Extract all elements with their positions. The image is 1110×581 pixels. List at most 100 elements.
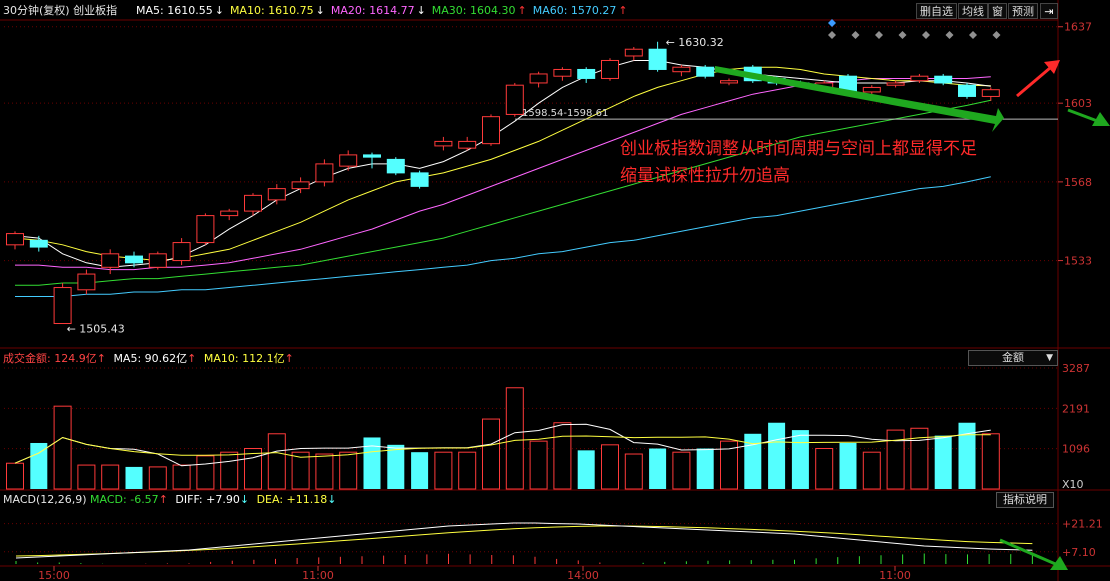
macd-header: MACD(12,26,9) MACD: -6.57↑ DIFF: +7.90↓ … bbox=[3, 493, 336, 506]
candle-body-up bbox=[77, 273, 96, 291]
exit-arrow-icon[interactable]: ⇥ bbox=[1040, 3, 1058, 19]
chart-title: 30分钟(复权) 创业板指 bbox=[3, 4, 118, 17]
volume-ma10-arrow: ↑ bbox=[284, 352, 294, 365]
low-price-label: ← 1505.43 bbox=[67, 323, 125, 336]
volume-bar-up bbox=[505, 387, 524, 490]
volume-tick-label: 2191 bbox=[1062, 402, 1090, 415]
candle-body-down bbox=[648, 48, 667, 70]
annotation-line-2: 缩量试探性拉升勿追高 bbox=[620, 166, 790, 186]
volume-arrow: ↑ bbox=[96, 352, 106, 365]
candle-body-up bbox=[862, 86, 881, 93]
time-tick-label: 15:00 bbox=[38, 569, 70, 581]
event-diamond-marker bbox=[828, 31, 836, 39]
candle-body-down bbox=[934, 75, 953, 84]
dea-arrow: ↓ bbox=[327, 493, 337, 506]
time-tick-label: 11:00 bbox=[302, 569, 334, 581]
candle-body-up bbox=[267, 188, 286, 201]
volume-bar-up bbox=[553, 422, 572, 490]
volume-bar-up bbox=[244, 448, 262, 490]
macd-tick-label: +21.21 bbox=[1062, 518, 1103, 531]
candle-body-up bbox=[981, 89, 1000, 97]
ma-indicator-arrow-3: ↑ bbox=[517, 4, 527, 17]
diff-value: DIFF: +7.90 bbox=[175, 493, 240, 506]
volume-value: 124.9亿 bbox=[54, 352, 97, 365]
volume-bar-up bbox=[458, 451, 477, 490]
volume-bar-up bbox=[886, 429, 905, 490]
volume-type-value: 金额 bbox=[1002, 351, 1024, 364]
ma-indicator-arrow-2: ↓ bbox=[416, 4, 426, 17]
volume-tick-label: 1096 bbox=[1062, 443, 1090, 456]
volume-bar-up bbox=[624, 453, 643, 490]
volume-tick-label: 3287 bbox=[1062, 362, 1090, 375]
candle-body-down bbox=[410, 172, 429, 187]
candle-body-down bbox=[958, 84, 976, 97]
ma-indicator-row: MA5: 1610.55 ↓ MA10: 1610.75 ↓ MA20: 1614.77… bbox=[136, 4, 634, 17]
volume-bar-up bbox=[220, 451, 239, 490]
red-up-arrow bbox=[1016, 66, 1051, 98]
candle-body-up bbox=[196, 215, 215, 244]
price-tick-label: 1533 bbox=[1064, 255, 1092, 268]
candle-body-up bbox=[910, 75, 929, 82]
price-tick-label: 1568 bbox=[1064, 176, 1092, 189]
candle-body-up bbox=[720, 80, 738, 84]
candle-body-down bbox=[125, 255, 143, 264]
ma-indicator-4: MA60: 1570.27 ↑ bbox=[532, 4, 628, 17]
volume-ma5: MA5: 90.62亿 bbox=[113, 352, 188, 365]
volume-bar-up bbox=[101, 464, 120, 490]
volume-type-select[interactable]: 金额 ▼ bbox=[968, 350, 1058, 366]
diff-arrow: ↓ bbox=[239, 493, 250, 506]
ma-settings-button[interactable]: 均线 bbox=[958, 3, 988, 19]
volume-bar-up bbox=[196, 455, 215, 490]
ma-indicator-2: MA20: 1614.77 ↓ bbox=[330, 4, 426, 17]
candle-body-up bbox=[458, 140, 477, 149]
forecast-button[interactable]: 预测 bbox=[1008, 3, 1038, 19]
volume-bar-down bbox=[125, 466, 143, 489]
volume-bar-up bbox=[315, 453, 334, 490]
ma-indicator-1: MA10: 1610.75 ↓ bbox=[229, 4, 325, 17]
candle-body-up bbox=[529, 73, 548, 84]
volume-label: 成交金额: bbox=[3, 352, 51, 365]
macd-title: MACD(12,26,9) bbox=[3, 493, 87, 506]
event-diamond-marker bbox=[898, 31, 907, 39]
chevron-down-icon: ▼ bbox=[1046, 353, 1053, 363]
remove-watchlist-button[interactable]: 删自选 bbox=[916, 3, 957, 19]
volume-ma10: MA10: 112.1亿 bbox=[203, 352, 285, 365]
volume-bar-down bbox=[839, 442, 857, 489]
candle-body-up bbox=[339, 154, 358, 167]
candle-body-up bbox=[172, 242, 191, 262]
volume-ma5-arrow: ↑ bbox=[187, 352, 197, 365]
candle-body-up bbox=[672, 66, 691, 73]
time-tick-label: 14:00 bbox=[567, 569, 599, 581]
volume-bar-down bbox=[696, 448, 714, 489]
candle-body-up bbox=[148, 253, 167, 268]
candle-body-up bbox=[244, 194, 262, 212]
window-button[interactable]: 窗 bbox=[988, 3, 1007, 19]
candle-body-down bbox=[696, 66, 715, 77]
volume-bar-down bbox=[411, 452, 429, 489]
indicator-help-button[interactable]: 指标说明 bbox=[996, 492, 1054, 508]
event-diamond-marker bbox=[992, 31, 1001, 39]
candle-body-down bbox=[577, 68, 596, 79]
candle-body-down bbox=[29, 239, 48, 248]
ma-indicator-0: MA5: 1610.55 ↓ bbox=[136, 4, 224, 17]
price-tick-label: 1637 bbox=[1064, 21, 1092, 34]
volume-bar-up bbox=[815, 448, 834, 490]
candle-body-up bbox=[53, 287, 72, 325]
ma-indicator-3: MA30: 1604.30 ↑ bbox=[431, 4, 527, 17]
volume-bar-up bbox=[172, 464, 191, 490]
candle-body-up bbox=[553, 68, 572, 77]
event-diamond-marker bbox=[969, 31, 977, 39]
ma-indicator-arrow-1: ↓ bbox=[315, 4, 325, 17]
volume-unit-label: X10 bbox=[1062, 478, 1084, 491]
candle-body-up bbox=[291, 181, 310, 190]
event-diamond-marker bbox=[851, 31, 860, 39]
volume-bar-up bbox=[434, 451, 453, 490]
volume-bar-up bbox=[291, 451, 310, 490]
dea-value: DEA: +11.18 bbox=[256, 493, 328, 506]
volume-bar-up bbox=[981, 433, 1000, 490]
volume-bar-down bbox=[649, 448, 667, 489]
candle-body-up bbox=[886, 82, 905, 86]
volume-header: 成交金额: 124.9亿↑ MA5: 90.62亿↑ MA10: 112.1亿↑ bbox=[3, 352, 294, 365]
range-label: 1598.54-1598.61 bbox=[522, 108, 608, 119]
time-tick-label: 11:00 bbox=[879, 569, 911, 581]
